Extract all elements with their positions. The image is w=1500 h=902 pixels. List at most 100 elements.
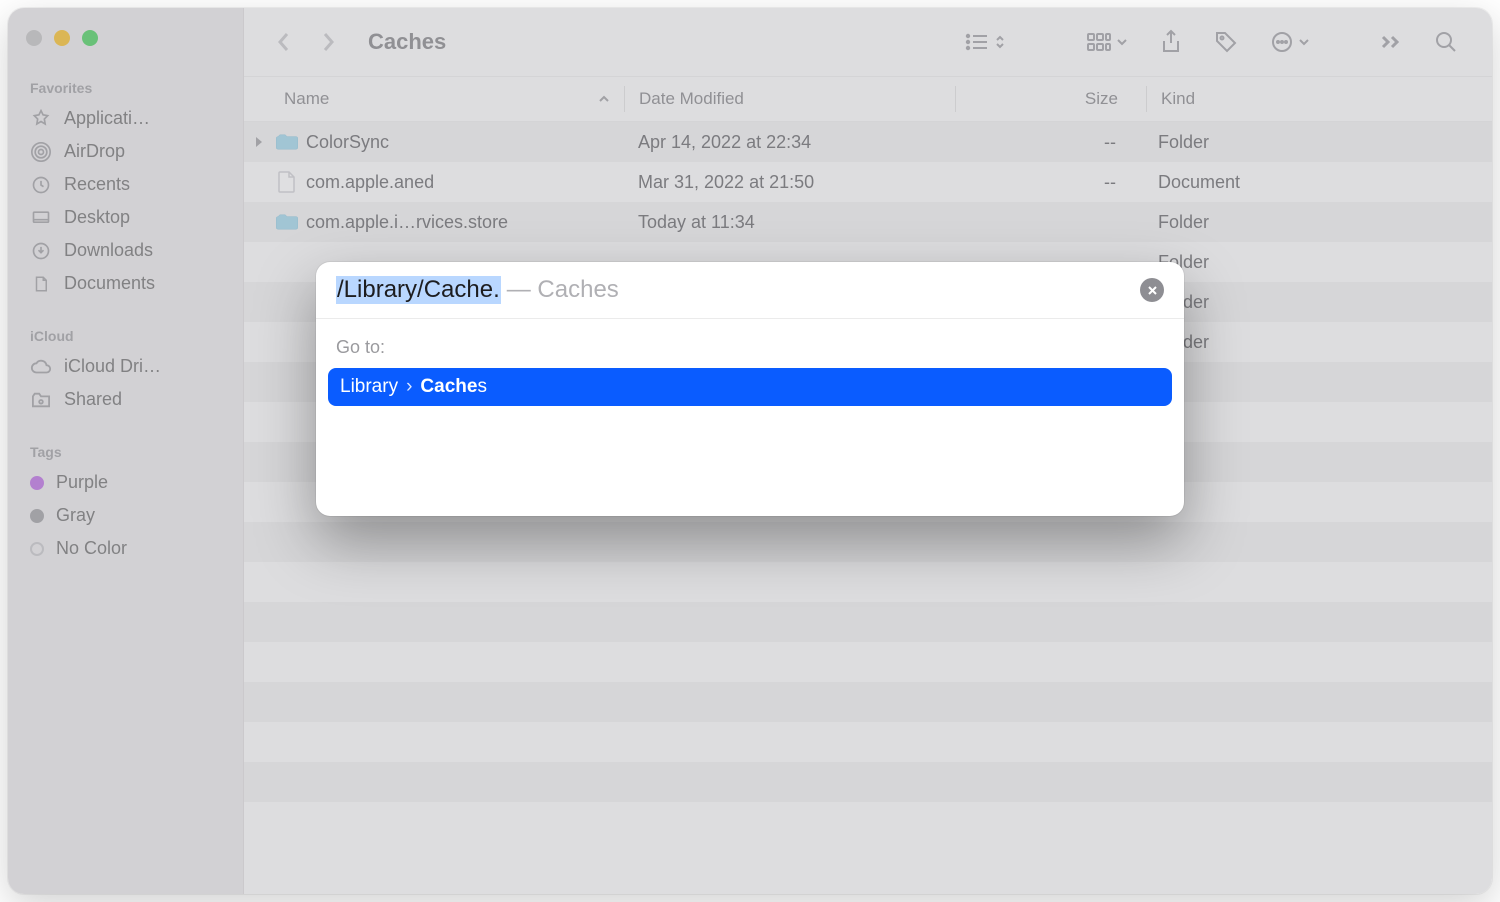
- desktop-icon: [30, 208, 52, 228]
- sidebar: Favorites Applicati… AirDrop Recents Des…: [8, 8, 244, 894]
- window-title: Caches: [354, 29, 446, 55]
- share-button[interactable]: [1148, 23, 1194, 61]
- finder-window: Favorites Applicati… AirDrop Recents Des…: [8, 8, 1492, 894]
- sidebar-item-label: Purple: [56, 472, 108, 493]
- go-to-suggestion[interactable]: Library › Caches: [328, 368, 1172, 406]
- disclosure-triangle-icon[interactable]: [254, 136, 268, 148]
- column-size[interactable]: Size: [956, 89, 1146, 109]
- sidebar-item-recents[interactable]: Recents: [20, 168, 231, 201]
- file-row[interactable]: com.apple.aned Mar 31, 2022 at 21:50--Doc…: [244, 162, 1492, 202]
- actions-button[interactable]: [1258, 24, 1322, 60]
- sort-asc-icon: [598, 93, 610, 105]
- file-date: Mar 31, 2022 at 21:50: [624, 172, 954, 193]
- file-kind: Folder: [1144, 212, 1492, 233]
- go-to-input-row: /Library/Cache. — Caches: [316, 262, 1184, 319]
- sidebar-section-label: Tags: [20, 438, 231, 466]
- sidebar-item-desktop[interactable]: Desktop: [20, 201, 231, 234]
- column-header: Name Date Modified Size Kind: [244, 76, 1492, 122]
- column-label: Date Modified: [639, 89, 744, 109]
- sidebar-item-icloud-drive[interactable]: iCloud Dri…: [20, 350, 231, 383]
- sidebar-tag-purple[interactable]: Purple: [20, 466, 231, 499]
- window-controls: [20, 28, 231, 74]
- file-kind: Document: [1144, 172, 1492, 193]
- group-button[interactable]: [1074, 25, 1140, 59]
- column-name[interactable]: Name: [244, 89, 624, 109]
- document-icon: [276, 171, 298, 193]
- sidebar-item-applications[interactable]: Applicati…: [20, 102, 231, 135]
- column-date-modified[interactable]: Date Modified: [625, 89, 955, 109]
- overflow-button[interactable]: [1368, 28, 1414, 56]
- go-to-completion-text: — Caches: [507, 276, 619, 304]
- folder-icon: [276, 211, 298, 233]
- file-kind: Folder: [1144, 252, 1492, 273]
- tags-button[interactable]: [1202, 24, 1250, 60]
- apps-icon: [30, 109, 52, 129]
- close-icon: [1147, 285, 1158, 296]
- empty-row: [244, 522, 1492, 562]
- empty-row: [244, 642, 1492, 682]
- document-icon: [276, 251, 298, 273]
- sidebar-section-label: Favorites: [20, 74, 231, 102]
- sidebar-item-downloads[interactable]: Downloads: [20, 234, 231, 267]
- sidebar-item-label: No Color: [56, 538, 127, 559]
- go-to-typed-text: /Library/Cache.: [336, 276, 501, 304]
- sidebar-item-documents[interactable]: Documents: [20, 267, 231, 300]
- minimize-window-button[interactable]: [54, 30, 70, 46]
- airdrop-icon: [30, 142, 52, 162]
- sidebar-item-label: Gray: [56, 505, 95, 526]
- sidebar-item-label: Downloads: [64, 240, 153, 261]
- search-button[interactable]: [1422, 24, 1470, 60]
- tag-dot-icon: [30, 476, 44, 490]
- sidebar-item-label: AirDrop: [64, 141, 125, 162]
- empty-row: [244, 562, 1492, 602]
- sidebar-section-label: iCloud: [20, 322, 231, 350]
- file-row[interactable]: ColorSync Apr 14, 2022 at 22:34--Folder: [244, 122, 1492, 162]
- toolbar: Caches: [244, 8, 1492, 76]
- empty-row: [244, 602, 1492, 642]
- cloud-icon: [30, 358, 52, 376]
- column-label: Name: [284, 89, 329, 109]
- sidebar-tag-gray[interactable]: Gray: [20, 499, 231, 532]
- file-kind: Folder: [1144, 132, 1492, 153]
- go-to-label: Go to:: [328, 333, 1172, 368]
- file-name: com.apple.i…rvices.store: [306, 212, 508, 233]
- forward-button[interactable]: [310, 24, 346, 60]
- file-kind: Folder: [1144, 292, 1492, 313]
- view-mode-button[interactable]: [952, 25, 1018, 59]
- go-to-folder-dialog: /Library/Cache. — Caches Go to: Library …: [316, 262, 1184, 516]
- zoom-window-button[interactable]: [82, 30, 98, 46]
- suggestion-segment: Library: [340, 376, 398, 398]
- file-date: Apr 14, 2022 at 22:34: [624, 132, 954, 153]
- empty-row: [244, 682, 1492, 722]
- sidebar-item-label: iCloud Dri…: [64, 356, 161, 377]
- go-to-path-input[interactable]: /Library/Cache. — Caches: [336, 276, 1140, 304]
- shared-folder-icon: [30, 391, 52, 409]
- clear-button[interactable]: [1140, 278, 1164, 302]
- sidebar-item-label: Recents: [64, 174, 130, 195]
- back-button[interactable]: [266, 24, 302, 60]
- downloads-icon: [30, 241, 52, 261]
- tag-dot-icon: [30, 542, 44, 556]
- file-name: ColorSync: [306, 132, 389, 153]
- file-kind: Folder: [1144, 332, 1492, 353]
- file-size: --: [954, 172, 1144, 193]
- column-label: Size: [1085, 89, 1118, 109]
- file-name: com.apple.aned: [306, 172, 434, 193]
- sidebar-tag-no-color[interactable]: No Color: [20, 532, 231, 565]
- file-size: --: [954, 132, 1144, 153]
- sidebar-item-label: Documents: [64, 273, 155, 294]
- document-icon: [276, 331, 298, 353]
- tag-dot-icon: [30, 509, 44, 523]
- sidebar-item-shared[interactable]: Shared: [20, 383, 231, 416]
- suggestion-tail: s: [477, 376, 487, 397]
- sidebar-item-airdrop[interactable]: AirDrop: [20, 135, 231, 168]
- chevron-right-icon: ›: [406, 376, 412, 398]
- document-icon: [276, 291, 298, 313]
- close-window-button[interactable]: [26, 30, 42, 46]
- file-row[interactable]: com.apple.i…rvices.store Today at 11:34 Fo…: [244, 202, 1492, 242]
- file-date: Today at 11:34: [624, 212, 954, 233]
- column-kind[interactable]: Kind: [1147, 89, 1492, 109]
- empty-row: [244, 762, 1492, 802]
- document-icon: [30, 274, 52, 294]
- sidebar-item-label: Applicati…: [64, 108, 150, 129]
